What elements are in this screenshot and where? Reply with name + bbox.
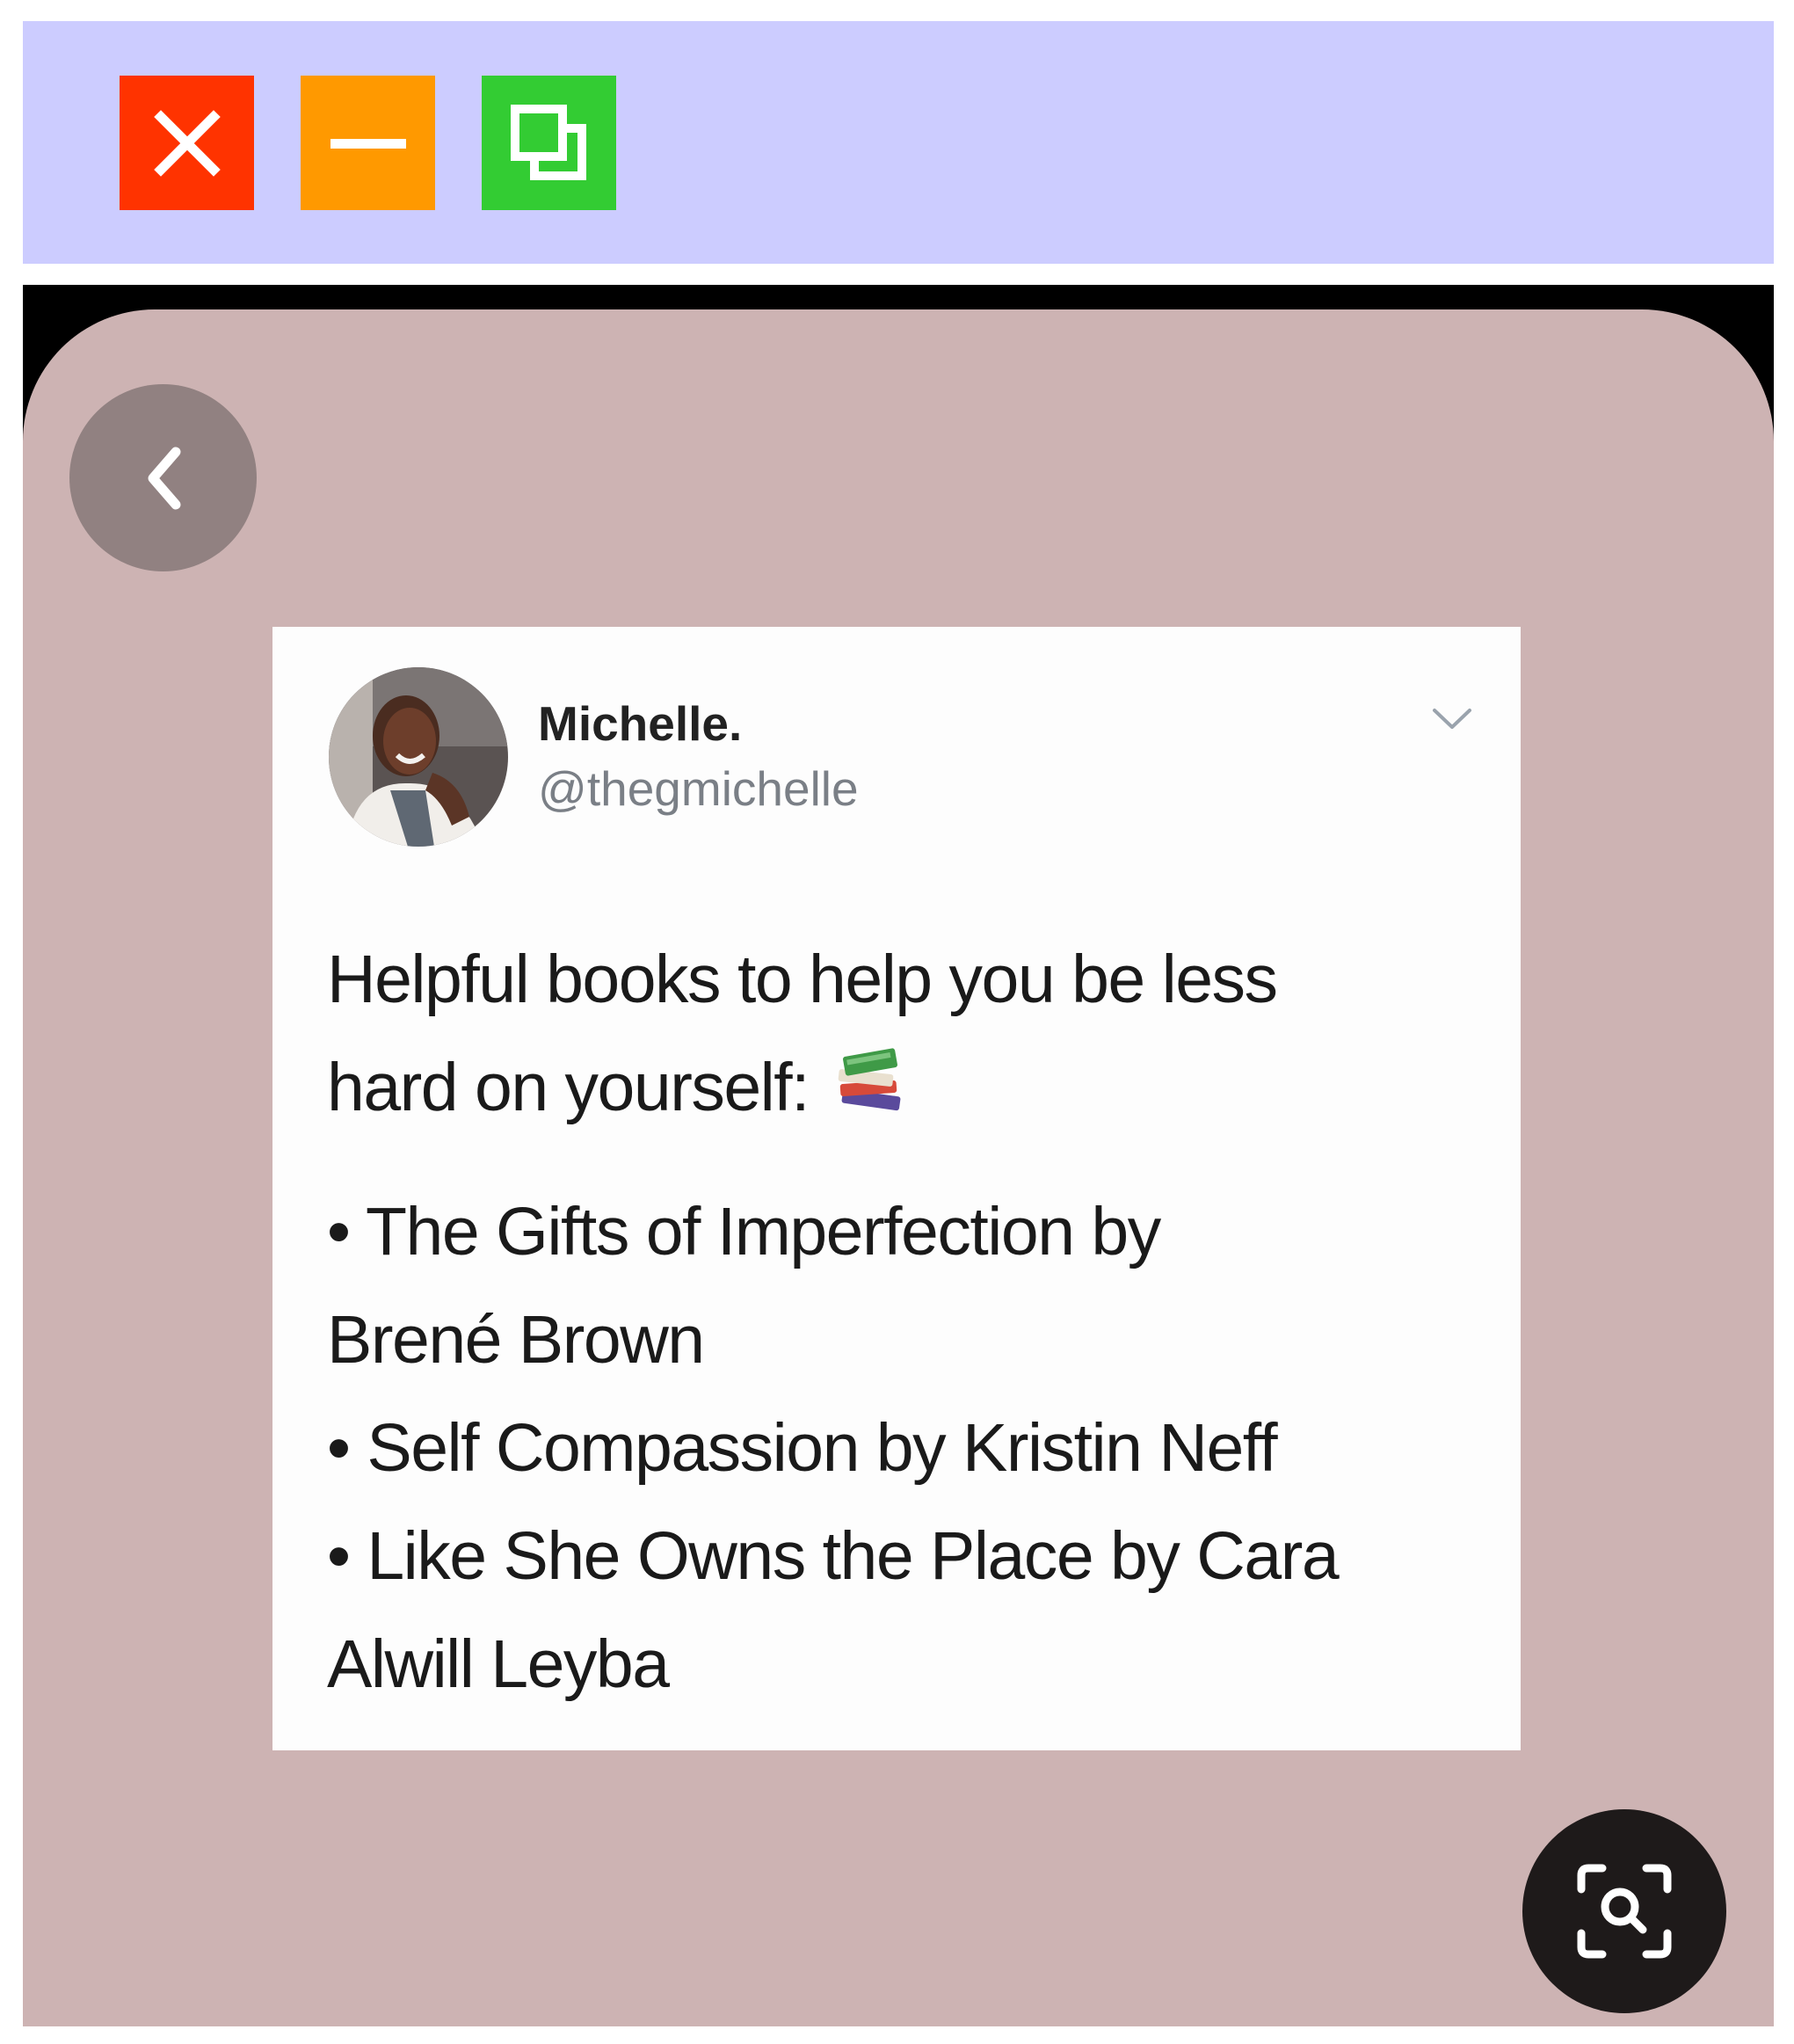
book-item-1-line-2: Brené Brown (327, 1302, 705, 1378)
chevron-left-icon (148, 447, 180, 509)
avatar-photo (329, 667, 508, 847)
author-name[interactable]: Michelle. (538, 695, 742, 752)
image-search-icon (1577, 1864, 1672, 1959)
tweet-text: Helpful books to help you be less hard o… (327, 926, 1496, 1719)
book-item-3-line-1: • Like She Owns the Place by Cara (327, 1518, 1340, 1594)
image-viewer: Michelle. @thegmichelle Helpful books to… (23, 285, 1774, 2026)
visual-search-button[interactable] (1522, 1809, 1726, 2013)
window-titlebar (23, 21, 1774, 264)
minimize-button[interactable] (301, 76, 435, 210)
book-item-3-line-2: Alwill Leyba (327, 1626, 670, 1702)
books-emoji-icon (833, 1039, 905, 1147)
avatar[interactable] (329, 667, 508, 847)
close-icon (153, 109, 221, 177)
close-button[interactable] (120, 76, 254, 210)
maximize-button[interactable] (482, 76, 616, 210)
book-item-2: • Self Compassion by Kristin Neff (327, 1410, 1278, 1486)
viewer-screen: Michelle. @thegmichelle Helpful books to… (23, 309, 1774, 2026)
chevron-down-icon[interactable] (1431, 706, 1473, 732)
tweet-intro-line-2-text: hard on yourself: (327, 1050, 810, 1125)
restore-icon (510, 104, 586, 180)
author-handle[interactable]: @thegmichelle (538, 760, 859, 817)
tweet-intro-line-1: Helpful books to help you be less (327, 942, 1278, 1017)
back-button[interactable] (69, 384, 257, 571)
book-item-1-line-1: • The Gifts of Imperfection by (327, 1194, 1161, 1269)
tweet-intro-line-2: hard on yourself: (327, 1034, 1496, 1147)
minimize-icon (330, 138, 406, 149)
tweet-card[interactable]: Michelle. @thegmichelle Helpful books to… (272, 627, 1521, 1750)
